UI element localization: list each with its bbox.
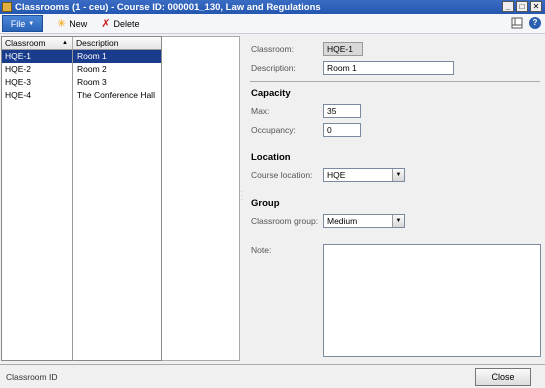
app-icon — [2, 2, 12, 12]
delete-button[interactable]: ✗ Delete — [101, 17, 140, 30]
toolbar: File ▼ ✳ New ✗ Delete ? — [0, 14, 545, 34]
course-location-row: Course location: HQE ▼ — [251, 168, 405, 182]
help-icon[interactable]: ? — [529, 17, 541, 29]
new-label: New — [69, 18, 88, 29]
classroom-group-dropdown[interactable]: Medium ▼ — [323, 214, 405, 228]
column-divider — [72, 50, 73, 361]
grid-header: Classroom ▲ Description — [2, 37, 161, 50]
file-label: File — [10, 18, 26, 29]
note-label: Note: — [251, 245, 272, 255]
delete-x-icon: ✗ — [101, 17, 111, 30]
location-heading: Location — [251, 152, 291, 163]
column-header-description[interactable]: Description — [73, 37, 161, 49]
delete-label: Delete — [113, 18, 140, 29]
window-title: Classrooms (1 - ceu) - Course ID: 000001… — [15, 1, 321, 13]
group-heading: Group — [251, 198, 280, 209]
cell-classroom: HQE-2 — [5, 64, 31, 74]
file-menu-button[interactable]: File ▼ — [2, 15, 43, 32]
classroom-row: Classroom: HQE-1 — [251, 42, 363, 56]
occupancy-row: Occupancy: 0 — [251, 123, 361, 137]
cell-classroom: HQE-3 — [5, 77, 31, 87]
table-row[interactable]: HQE-4 The Conference Hall — [2, 89, 161, 102]
grid-empty-area — [162, 36, 240, 361]
course-location-label: Course location: — [251, 170, 313, 180]
classroom-field: HQE-1 — [323, 42, 363, 56]
chevron-down-icon[interactable]: ▼ — [392, 169, 404, 181]
minimize-button[interactable]: _ — [502, 1, 514, 12]
maximize-button[interactable]: □ — [516, 1, 528, 12]
table-row[interactable]: HQE-1 Room 1 — [2, 50, 161, 63]
course-location-dropdown[interactable]: HQE ▼ — [323, 168, 405, 182]
table-row[interactable]: HQE-2 Room 2 — [2, 63, 161, 76]
description-row: Description: Room 1 — [251, 61, 454, 75]
classroom-label: Classroom: — [251, 44, 294, 54]
classroom-group-label: Classroom group: — [251, 216, 319, 226]
layout-icon[interactable] — [511, 17, 523, 29]
close-window-button[interactable]: ✕ — [530, 1, 542, 12]
new-button[interactable]: ✳ New — [57, 17, 88, 30]
description-field[interactable]: Room 1 — [323, 61, 454, 75]
capacity-heading: Capacity — [251, 88, 291, 99]
cell-classroom: HQE-4 — [5, 90, 31, 100]
description-label: Description: — [251, 63, 296, 73]
table-row[interactable]: HQE-3 Room 3 — [2, 76, 161, 89]
sort-ascending-icon: ▲ — [62, 40, 68, 46]
cell-description: Room 1 — [77, 51, 107, 61]
cell-classroom: HQE-1 — [5, 51, 31, 61]
cell-description: Room 2 — [77, 64, 107, 74]
classroom-grid: Classroom ▲ Description HQE-1 Room 1 HQE… — [1, 36, 162, 361]
classroom-group-row: Classroom group: Medium ▼ — [251, 214, 405, 228]
splitter-handle[interactable]: · · · — [241, 189, 243, 203]
max-field[interactable]: 35 — [323, 104, 361, 118]
occupancy-field[interactable]: 0 — [323, 123, 361, 137]
column-header-classroom[interactable]: Classroom ▲ — [2, 37, 73, 49]
note-row: Note: — [251, 245, 323, 255]
chevron-down-icon[interactable]: ▼ — [392, 215, 404, 227]
max-label: Max: — [251, 106, 270, 116]
title-bar: Classrooms (1 - ceu) - Course ID: 000001… — [0, 0, 545, 14]
new-star-icon: ✳ — [57, 17, 67, 30]
detail-form: Classroom: HQE-1 Description: Room 1 Cap… — [246, 36, 545, 361]
cell-description: The Conference Hall — [77, 90, 155, 100]
cell-description: Room 3 — [77, 77, 107, 87]
note-textarea[interactable] — [323, 244, 541, 357]
divider — [250, 81, 540, 82]
status-text: Classroom ID — [6, 372, 58, 382]
course-location-value: HQE — [327, 170, 346, 180]
status-bar: Classroom ID Close — [0, 364, 545, 388]
classroom-group-value: Medium — [327, 216, 358, 226]
max-row: Max: 35 — [251, 104, 361, 118]
occupancy-label: Occupancy: — [251, 125, 296, 135]
close-button[interactable]: Close — [475, 368, 531, 386]
chevron-down-icon: ▼ — [28, 20, 35, 27]
